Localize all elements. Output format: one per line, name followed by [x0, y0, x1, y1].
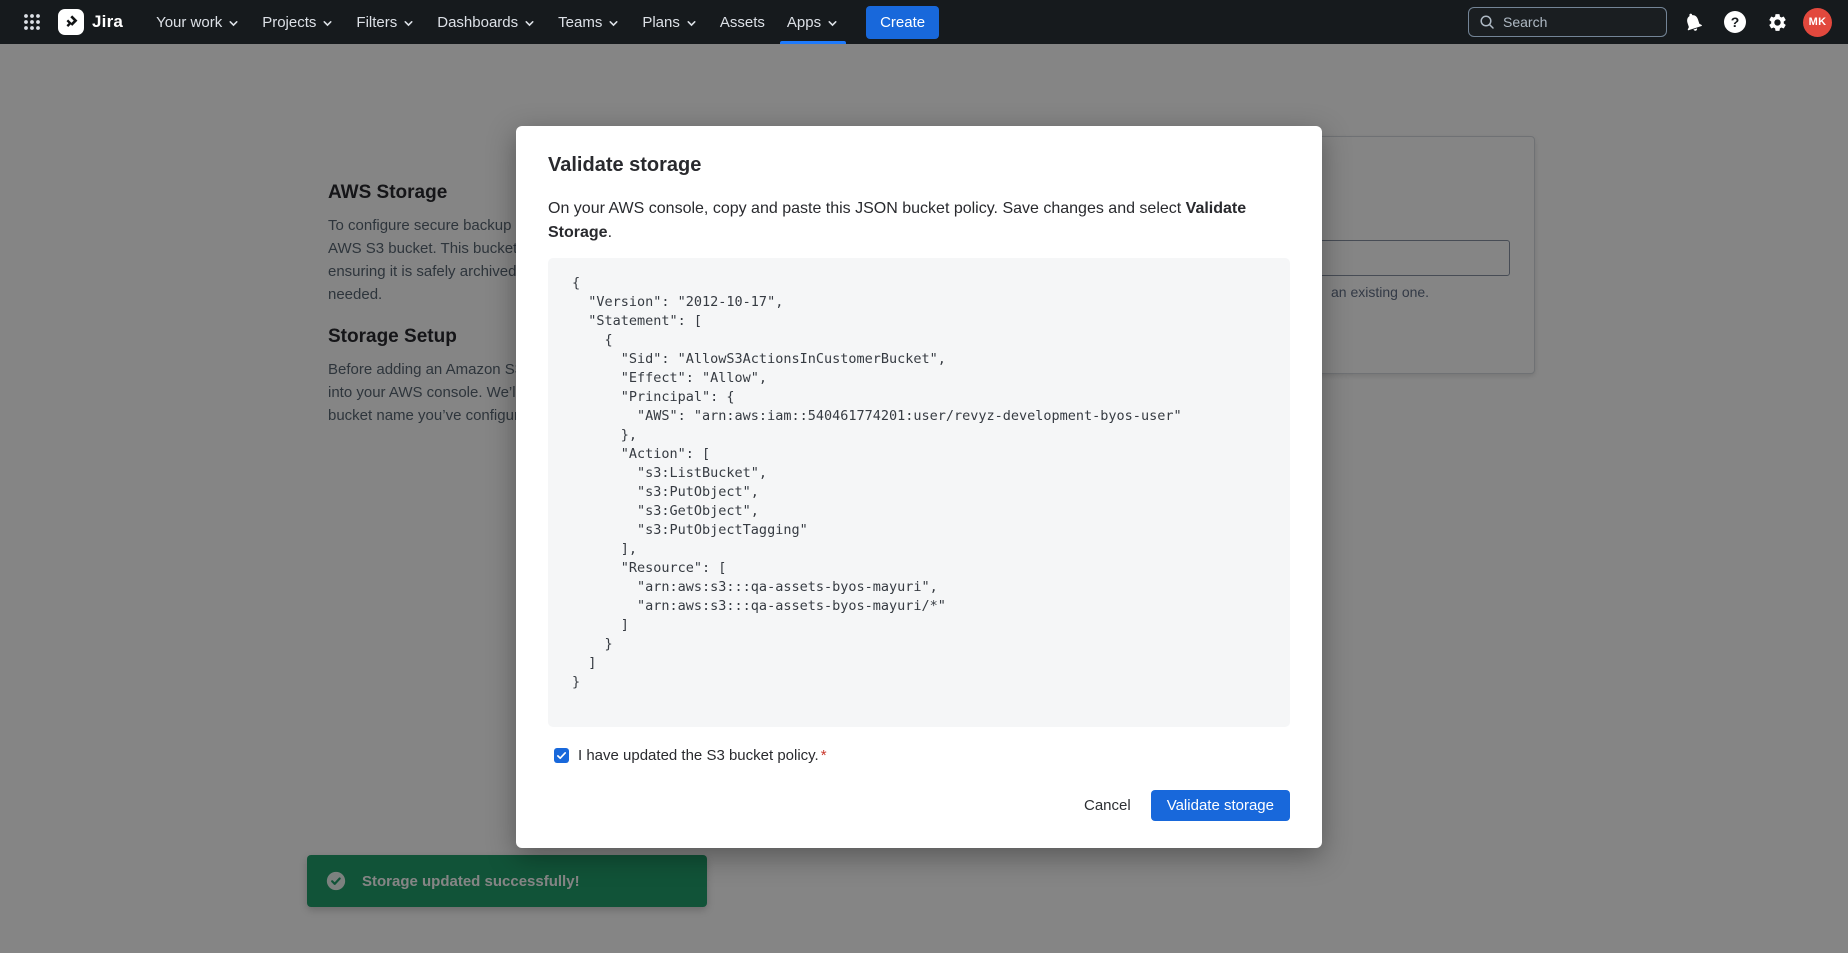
policy-updated-row: I have updated the S3 bucket policy. * — [554, 747, 1290, 764]
app-grid-icon — [22, 12, 42, 32]
chevron-down-icon — [321, 17, 334, 30]
nav-item-filters[interactable]: Filters — [345, 0, 426, 44]
help-button[interactable]: ? — [1719, 6, 1751, 38]
top-navbar: Jira Your work Projects Filters Dashboar… — [0, 0, 1848, 44]
nav-item-your-work[interactable]: Your work — [145, 0, 251, 44]
dialog-description: On your AWS console, copy and paste this… — [548, 197, 1290, 245]
bucket-policy-code-block: { "Version": "2012-10-17", "Statement": … — [548, 258, 1290, 727]
nav-item-plans[interactable]: Plans — [631, 0, 709, 44]
chevron-down-icon — [685, 17, 698, 30]
nav-item-teams[interactable]: Teams — [547, 0, 631, 44]
bell-icon — [1682, 11, 1704, 33]
chevron-down-icon — [402, 17, 415, 30]
required-asterisk: * — [821, 747, 827, 764]
nav-menu: Your work Projects Filters Dashboards Te… — [145, 0, 850, 44]
chevron-down-icon — [523, 17, 536, 30]
settings-button[interactable] — [1761, 6, 1793, 38]
gear-icon — [1767, 12, 1788, 33]
search-icon — [1479, 14, 1495, 30]
chevron-down-icon — [227, 17, 240, 30]
check-icon — [555, 749, 568, 762]
jira-logo-icon — [58, 9, 84, 35]
bucket-policy-json: { "Version": "2012-10-17", "Statement": … — [572, 274, 1266, 692]
create-button[interactable]: Create — [866, 6, 939, 39]
search-box[interactable] — [1468, 7, 1667, 37]
navbar-right: ? MK — [1468, 6, 1832, 38]
nav-item-apps[interactable]: Apps — [776, 0, 850, 44]
nav-item-dashboards[interactable]: Dashboards — [426, 0, 547, 44]
navbar-left: Jira Your work Projects Filters Dashboar… — [16, 0, 1468, 44]
notifications-button[interactable] — [1677, 6, 1709, 38]
validate-storage-dialog: Validate storage On your AWS console, co… — [516, 126, 1322, 848]
dialog-title: Validate storage — [548, 154, 1290, 177]
nav-item-assets[interactable]: Assets — [709, 0, 776, 44]
checkbox-label: I have updated the S3 bucket policy. — [578, 747, 819, 764]
policy-updated-checkbox[interactable] — [554, 748, 569, 763]
app-switcher-button[interactable] — [16, 6, 48, 38]
screen: Jira Your work Projects Filters Dashboar… — [0, 0, 1848, 953]
chevron-down-icon — [826, 17, 839, 30]
dialog-footer: Cancel Validate storage — [548, 790, 1290, 821]
search-input[interactable] — [1503, 14, 1656, 30]
user-avatar[interactable]: MK — [1803, 8, 1832, 37]
nav-item-projects[interactable]: Projects — [251, 0, 345, 44]
cancel-button[interactable]: Cancel — [1070, 790, 1145, 821]
product-name: Jira — [92, 12, 123, 32]
jira-home-link[interactable]: Jira — [58, 9, 123, 35]
help-icon: ? — [1724, 11, 1746, 33]
validate-storage-button[interactable]: Validate storage — [1151, 790, 1290, 821]
chevron-down-icon — [607, 17, 620, 30]
